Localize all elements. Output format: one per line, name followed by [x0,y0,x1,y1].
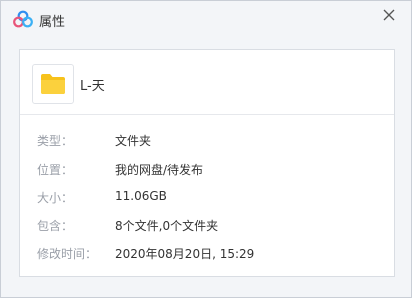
dialog-title: 属性 [39,15,66,30]
property-label: 类型： [37,134,74,148]
property-label: 修改时间： [37,247,98,261]
property-value: 8个文件,0个文件夹 [115,219,219,233]
property-value: 2020年08月20日, 15:29 [115,247,255,261]
properties-dialog: 属性 L-天 类型： 文件夹 位置： 我的网盘/待发布 大小： 11.06GB [0,0,412,298]
divider [20,114,394,115]
folder-icon [41,74,65,94]
property-value: 11.06GB [115,189,167,203]
property-label: 大小： [37,191,74,205]
property-label: 位置： [37,163,74,177]
title-bar[interactable]: 属性 [1,1,411,37]
baidu-netdisk-logo-icon [13,10,33,28]
file-icon-frame [32,64,74,104]
properties-panel: L-天 类型： 文件夹 位置： 我的网盘/待发布 大小： 11.06GB 包含：… [19,49,395,277]
file-name: L-天 [80,79,105,94]
property-value: 我的网盘/待发布 [115,163,204,177]
property-value: 文件夹 [115,134,152,148]
close-icon[interactable] [379,5,399,25]
property-label: 包含： [37,219,74,233]
